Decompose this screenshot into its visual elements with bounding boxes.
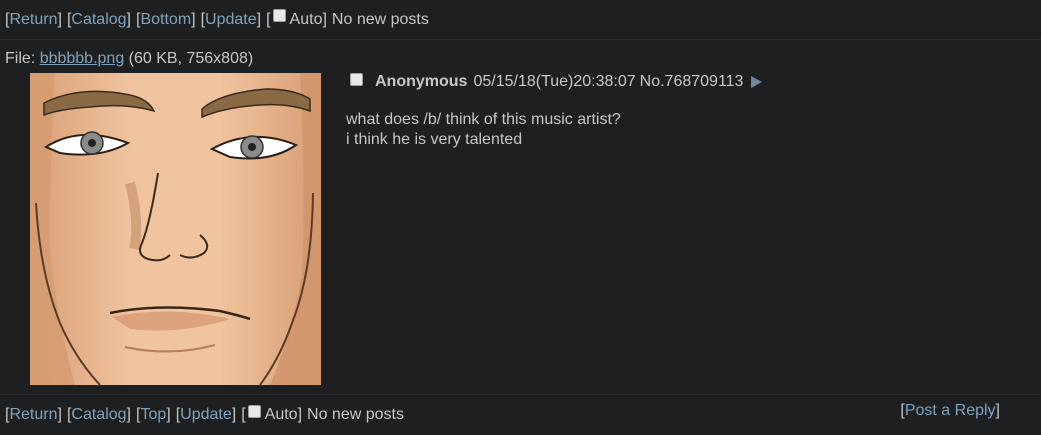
bottom-link[interactable]: Bottom [140,11,191,29]
update-link[interactable]: Update [205,11,257,29]
update-status-text: No new posts [307,406,404,423]
message-line: i think he is very talented [346,131,523,148]
top-link[interactable]: Top [140,406,166,424]
catalog-link[interactable]: Catalog [71,406,126,424]
auto-label: Auto [264,406,298,423]
return-link[interactable]: Return [9,11,57,29]
bottom-navbar: [Return] [Catalog] [Top] [Update] [ Auto… [0,394,1041,435]
update-link[interactable]: Update [180,406,232,424]
message-line: what does /b/ think of this music artist… [346,111,621,128]
file-info: File: bbbbbb.png (60 KB, 756x808) [5,50,253,68]
file-label: File: [5,50,36,67]
file-meta: (60 KB, 756x808) [128,50,254,67]
post-select-checkbox[interactable] [350,72,363,86]
face-illustration [30,73,321,385]
auto-update-checkbox[interactable] [272,9,286,22]
post-datetime: 05/15/18(Tue)20:38:07 [473,73,636,90]
top-navbar: [Return] [Catalog] [Bottom] [Update] [ A… [0,0,1041,40]
file-name-link[interactable]: bbbbbb.png [40,50,125,67]
catalog-link[interactable]: Catalog [71,11,126,29]
poster-name: Anonymous [375,73,468,90]
post-reply-link[interactable]: Post a Reply [905,402,996,419]
post-reply-container: [Post a Reply] [900,402,1000,419]
post-number-link[interactable]: No.768709113 [640,73,744,91]
post-message: what does /b/ think of this music artist… [346,110,621,150]
return-link[interactable]: Return [9,406,57,424]
auto-label: Auto [289,10,323,28]
post-header: Anonymous 05/15/18(Tue)20:38:07 No.76870… [350,72,763,91]
post-image-thumbnail[interactable] [30,73,321,385]
post-menu-arrow-icon[interactable] [751,76,763,88]
auto-update-checkbox[interactable] [247,404,261,418]
update-status-text: No new posts [331,10,429,28]
